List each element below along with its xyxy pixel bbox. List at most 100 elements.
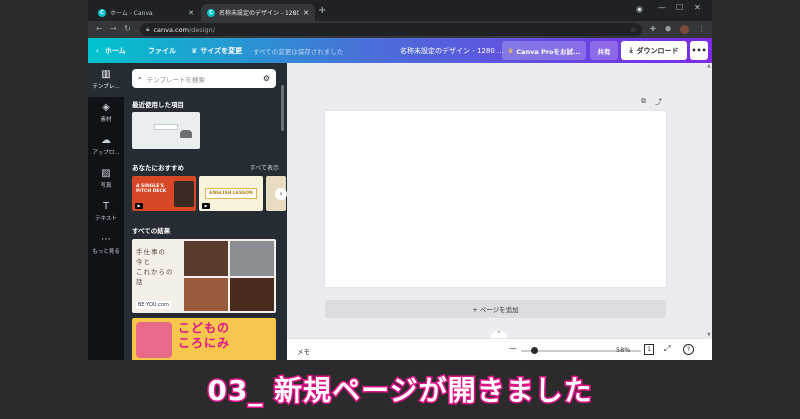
all-results-section-title: すべての結果 bbox=[132, 227, 171, 235]
add-page-label: + ページを追加 bbox=[472, 306, 519, 314]
rail-item-templates[interactable]: ▥ テンプレ... bbox=[88, 63, 124, 97]
more-options-button[interactable]: ••• bbox=[690, 41, 708, 60]
craft-line3: これからの bbox=[136, 268, 174, 276]
filter-icon[interactable]: ⚙ bbox=[263, 74, 270, 83]
reload-icon[interactable]: ↻ bbox=[124, 24, 131, 33]
canva-favicon-icon: C bbox=[98, 8, 106, 17]
rail-item-label: 写真 bbox=[100, 183, 112, 189]
ellipsis-icon: ••• bbox=[691, 46, 707, 55]
editor-footer: メモ — 58% 1 ⤢ ? bbox=[287, 338, 712, 360]
close-tab-icon[interactable]: ✕ bbox=[188, 9, 194, 17]
craft-line2: 今と bbox=[136, 258, 151, 266]
rail-item-uploads[interactable]: ☁ アップロ... bbox=[88, 135, 124, 157]
recommend-thumbnail-lesson[interactable]: ENGLISH LESSON ▶ bbox=[199, 176, 263, 211]
extension-icon[interactable]: ✚ bbox=[650, 25, 656, 33]
craft-brand: BE YOU.com bbox=[136, 301, 171, 309]
craft-photo-2 bbox=[230, 241, 274, 276]
rail-item-label: テキスト bbox=[95, 216, 117, 222]
file-menu-button[interactable]: ファイル bbox=[148, 38, 176, 63]
browser-tab-bar: C ホーム - Canva ✕ C 名称未設定のデザイン - 1280 px ×… bbox=[88, 0, 712, 21]
save-status-text: すべての変更は保存されました bbox=[253, 47, 344, 56]
template-icon: ▥ bbox=[101, 69, 111, 80]
craft-photo-4 bbox=[230, 278, 274, 311]
result-thumbnail-kids[interactable]: こどもの ころにみ bbox=[132, 318, 276, 360]
panel-scrollbar[interactable] bbox=[281, 85, 284, 131]
page-count-button[interactable]: 1 bbox=[644, 344, 654, 355]
upload-icon: ☁ bbox=[101, 135, 111, 146]
tab-home[interactable]: C ホーム - Canva ✕ bbox=[92, 4, 200, 21]
craft-line4: 話 bbox=[136, 278, 144, 286]
design-page[interactable] bbox=[325, 111, 666, 287]
zoom-out-icon[interactable]: — bbox=[509, 344, 517, 353]
thumb-lesson-title: ENGLISH LESSON bbox=[205, 188, 257, 199]
side-rail: ▥ テンプレ... ◈ 素材 ☁ アップロ... ▨ 写真 T テキスト ⋯ も… bbox=[88, 63, 124, 360]
canva-favicon-icon: C bbox=[207, 8, 215, 17]
show-all-link[interactable]: すべて表示 bbox=[250, 163, 279, 172]
thumb-sign bbox=[154, 124, 178, 130]
scroll-up-icon[interactable]: ▲ bbox=[707, 63, 711, 69]
kids-line2: ころにみ bbox=[178, 336, 231, 350]
rail-item-more[interactable]: ⋯ もっと見る bbox=[88, 235, 124, 256]
thumb-photo bbox=[174, 181, 194, 207]
save-status: すべての変更は保存されました bbox=[253, 38, 343, 63]
add-page-button[interactable]: + ページを追加 bbox=[325, 300, 666, 318]
notes-button[interactable]: メモ bbox=[297, 346, 310, 356]
crown-icon: ♛ bbox=[507, 46, 514, 55]
browser-window: C ホーム - Canva ✕ C 名称未設定のデザイン - 1280 px ×… bbox=[88, 0, 712, 360]
url-path: /design/ bbox=[188, 25, 215, 34]
maximize-icon[interactable]: ☐ bbox=[676, 3, 683, 12]
home-label: ホーム bbox=[104, 46, 126, 55]
new-tab-icon[interactable]: + bbox=[318, 5, 326, 16]
home-button[interactable]: ‹ ホーム bbox=[96, 38, 126, 63]
bookmark-star-icon[interactable]: ☆ bbox=[630, 26, 636, 34]
address-bar[interactable]: 🔒︎ canva.com/design/ ☆ bbox=[140, 23, 642, 36]
record-icon[interactable] bbox=[636, 6, 643, 13]
document-title[interactable]: 名称未設定のデザイン - 1280 ... bbox=[400, 38, 504, 63]
try-pro-button[interactable]: ♛ Canva Proをお試... bbox=[502, 41, 586, 60]
canvas-workspace: ⧉ ⤴ + ページを追加 ^ bbox=[287, 63, 712, 338]
recommend-thumbnail-pitch[interactable]: A SINGLE'S PITCH DECK ▶ bbox=[132, 176, 196, 211]
rail-item-elements[interactable]: ◈ 素材 bbox=[88, 103, 124, 124]
editor-header: ‹ ホーム ファイル ♛ サイズを変更 すべての変更は保存されました 名称未設定… bbox=[88, 38, 712, 63]
recent-template-thumbnail[interactable] bbox=[132, 112, 200, 149]
back-icon[interactable]: ← bbox=[96, 24, 103, 33]
puzzle-icon[interactable]: ⬢ bbox=[665, 25, 671, 33]
tab-design-label: 名称未設定のデザイン - 1280 px × bbox=[219, 10, 300, 17]
forward-icon[interactable]: → bbox=[110, 24, 117, 33]
zoom-slider-handle[interactable] bbox=[531, 347, 538, 354]
resize-button[interactable]: ♛ サイズを変更 bbox=[191, 38, 242, 63]
result-thumbnail-craft[interactable]: 手仕事の 今と これからの 話 BE YOU.com bbox=[132, 239, 276, 313]
close-window-icon[interactable]: ✕ bbox=[694, 3, 701, 12]
tab-design[interactable]: C 名称未設定のデザイン - 1280 px × ✕ bbox=[201, 4, 315, 21]
add-page-corner-icon[interactable]: ⤴ bbox=[655, 97, 662, 107]
video-play-icon: ▶ bbox=[202, 203, 210, 209]
expand-pages-icon[interactable]: ^ bbox=[491, 331, 507, 338]
close-tab-icon[interactable]: ✕ bbox=[303, 9, 309, 17]
rail-item-photos[interactable]: ▨ 写真 bbox=[88, 169, 124, 190]
lock-icon: 🔒︎ bbox=[146, 25, 150, 33]
browser-menu-icon[interactable]: ⋮ bbox=[698, 25, 705, 33]
rail-item-label: テンプレ... bbox=[92, 84, 120, 90]
rail-item-label: 素材 bbox=[100, 117, 112, 123]
document-title-text: 名称未設定のデザイン - 1280 ... bbox=[400, 46, 504, 55]
download-icon: ⤓ bbox=[629, 46, 633, 54]
share-button[interactable]: 共有 bbox=[590, 41, 618, 60]
fullscreen-icon[interactable]: ⤢ bbox=[664, 344, 670, 354]
share-label: 共有 bbox=[597, 47, 611, 56]
rail-item-text[interactable]: T テキスト bbox=[88, 201, 124, 223]
text-icon: T bbox=[102, 201, 110, 212]
download-label: ダウンロード bbox=[636, 46, 679, 55]
workspace-scrollbar[interactable]: ▲ ▼ bbox=[706, 63, 712, 338]
duplicate-page-icon[interactable]: ⧉ bbox=[641, 97, 646, 106]
help-button[interactable]: ? bbox=[683, 344, 694, 355]
profile-avatar[interactable] bbox=[680, 25, 689, 34]
template-search-input[interactable]: ⌕ テンプレートを検索 ⚙ bbox=[132, 69, 276, 88]
craft-text-block: 手仕事の 今と これからの 話 bbox=[136, 247, 174, 287]
carousel-next-icon[interactable]: › bbox=[275, 188, 287, 200]
try-pro-label: Canva Proをお試... bbox=[516, 47, 581, 56]
download-button[interactable]: ⤓ ダウンロード bbox=[621, 41, 687, 60]
zoom-level[interactable]: 58% bbox=[616, 346, 630, 354]
craft-line1: 手仕事の bbox=[136, 248, 166, 256]
minimize-icon[interactable]: — bbox=[658, 3, 666, 12]
kids-illustration bbox=[136, 322, 172, 358]
